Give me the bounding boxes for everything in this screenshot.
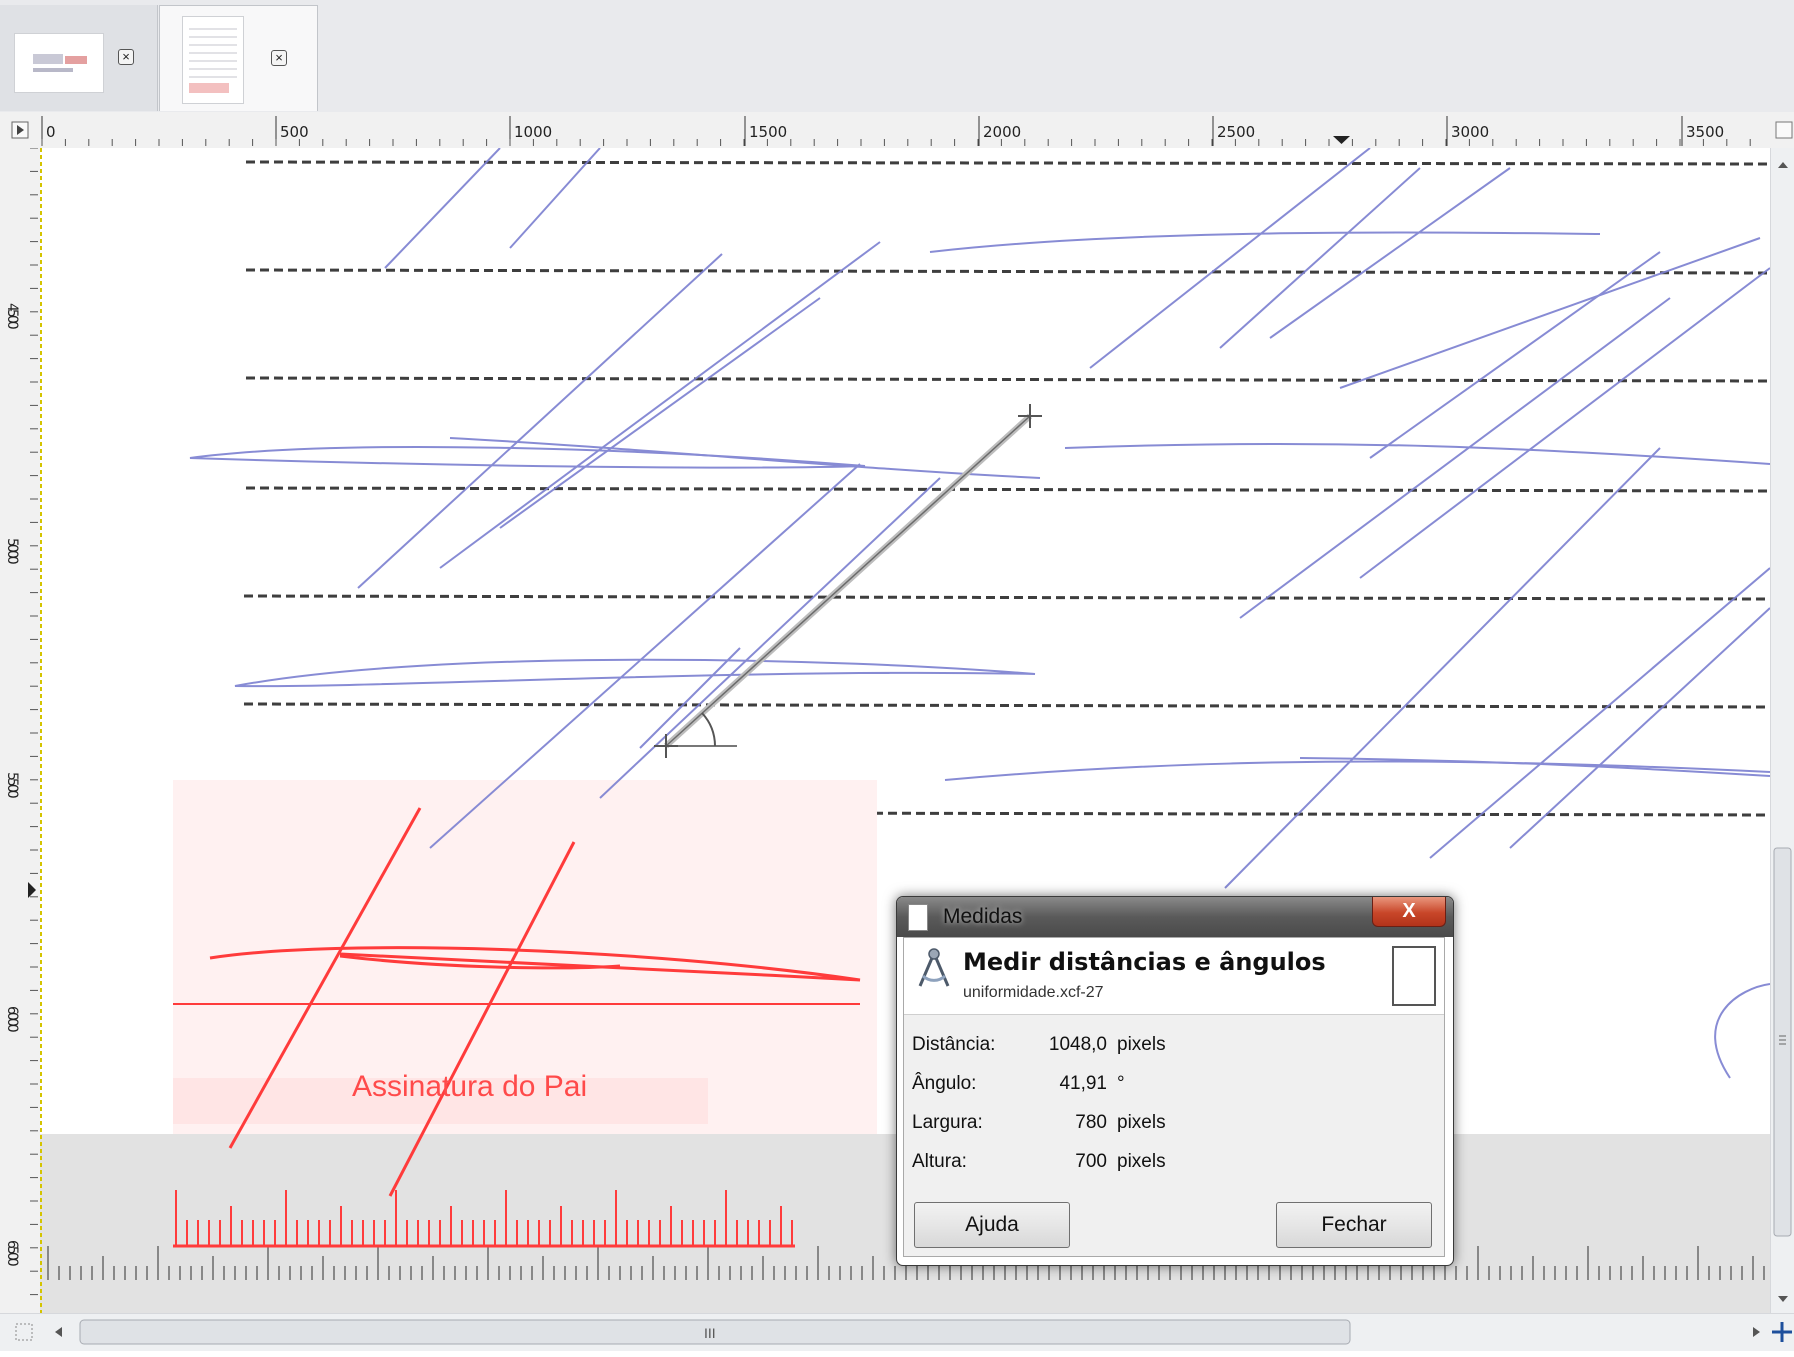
distance-unit: pixels [1117,1034,1166,1055]
ruler-label: 2000 [983,123,1021,141]
dialog-titlebar[interactable]: Medidas X [897,897,1453,937]
dialog-title: Medidas [943,905,1023,928]
pointer-position-marker [1333,136,1350,144]
vertical-ruler[interactable]: 4500 5000 5500 6000 6500 [0,147,40,1313]
ruler-label: 2500 [1217,123,1255,141]
dialog-header: Medir distâncias e ângulos uniformidade.… [904,938,1444,1015]
ruler-label: 0 [46,123,56,141]
ruler-label: 4500 [4,303,20,329]
vertical-scroll-thumb [1773,847,1792,1237]
image-tab-2[interactable]: × [159,5,318,111]
dialog-heading: Medir distâncias e ângulos [963,948,1326,976]
close-tab-icon[interactable]: × [271,50,287,66]
height-label: Altura: [912,1151,967,1172]
navigate-icon [1772,1322,1792,1342]
ruler-label: 3500 [1686,123,1724,141]
vertical-ruler-graphic: 4500 5000 5500 6000 6500 [4,147,38,1296]
image-tab-bar: × × [0,0,1794,113]
angle-label: Ângulo: [912,1073,977,1094]
ruler-label: 3000 [1451,123,1489,141]
ruler-label-group: 6000 [4,1006,20,1032]
ruler-label-group: 6500 [4,1240,20,1266]
angle-row: Ângulo: 41,91 ° [912,1073,1432,1099]
scroll-right-arrow [1753,1327,1760,1337]
quick-mask-icon [15,1323,33,1341]
dashed-lines [243,160,1770,817]
height-unit: pixels [1117,1151,1166,1172]
ruler-label: 1000 [514,123,552,141]
width-row: Largura: 780 pixels [912,1112,1432,1138]
close-icon[interactable]: X [1372,897,1446,927]
horizontal-ruler[interactable]: 0 500 1000 1500 2000 2500 3000 3500 [0,112,1794,148]
pointer-position-marker [28,882,36,898]
scroll-left-arrow [55,1327,62,1337]
signature-caption: Assinatura do Pai [352,1070,587,1103]
ruler-label: 500 [280,123,309,141]
distance-label: Distância: [912,1034,996,1055]
image-thumbnail [14,33,104,93]
angle-value: 41,91 [1059,1073,1107,1094]
dialog-body: Medir distâncias e ângulos uniformidade.… [903,937,1445,1257]
ruler-label: 5000 [4,538,20,564]
measure-tool-icon [918,948,950,987]
ruler-label-group: 4500 [4,303,20,329]
distance-value: 1048,0 [1048,1034,1107,1055]
angle-unit: ° [1117,1073,1125,1094]
ruler-label-group: 5000 [4,538,20,564]
ruler-label: 6000 [4,1006,20,1032]
ruler-label: 6500 [4,1240,20,1266]
width-unit: pixels [1117,1112,1166,1133]
close-button[interactable]: Fechar [1276,1202,1432,1248]
zoom-icon [1775,121,1793,139]
ruler-label: 1500 [749,123,787,141]
app-icon [908,904,928,931]
distance-row: Distância: 1048,0 pixels [912,1034,1432,1060]
horizontal-scrollbar[interactable]: III [0,1313,1794,1351]
scroll-up-arrow [1778,162,1788,168]
height-row: Altura: 700 pixels [912,1151,1432,1177]
help-button[interactable]: Ajuda [914,1202,1070,1248]
width-value: 780 [1075,1112,1107,1133]
close-tab-icon[interactable]: × [118,49,134,65]
vertical-scrollbar[interactable] [1770,148,1794,1313]
height-value: 700 [1075,1151,1107,1172]
image-tab-1[interactable]: × [0,5,158,111]
scroll-grip: III [704,1325,716,1341]
image-name: uniformidade.xcf-27 [963,984,1104,1001]
measure-dialog: Medidas X Medir distâncias e ângulos uni… [896,896,1454,1266]
image-preview-thumbnail [1392,946,1436,1006]
ruler-label: 5500 [4,772,20,798]
ruler-label-group: 5500 [4,772,20,798]
width-label: Largura: [912,1112,983,1133]
image-thumbnail [182,16,244,104]
horizontal-ruler-graphic: 0 500 1000 1500 2000 2500 3000 3500 [11,116,1793,146]
scroll-down-arrow [1778,1296,1788,1302]
